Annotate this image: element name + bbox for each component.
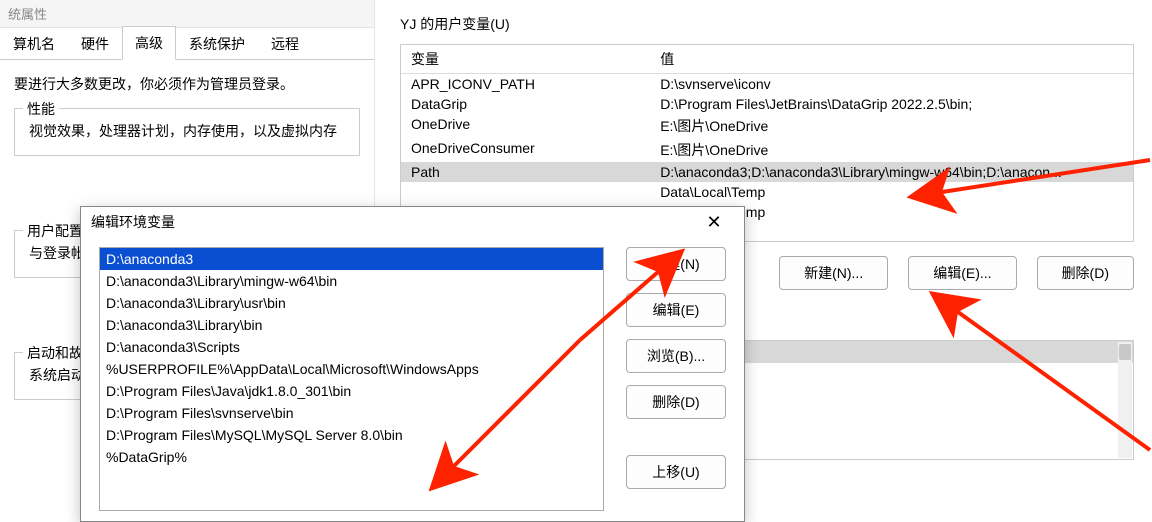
path-listbox[interactable]: D:\anaconda3D:\anaconda3\Library\mingw-w…	[99, 247, 604, 511]
admin-msg: 要进行大多数更改，你必须作为管理员登录。	[14, 74, 360, 94]
new-button[interactable]: 新建(N)...	[779, 256, 888, 290]
cell-var	[411, 184, 660, 200]
userprofile-legend: 用户配置	[23, 221, 87, 241]
table-row[interactable]: OneDriveConsumerE:\图片\OneDrive	[401, 138, 1133, 162]
list-item[interactable]: %DataGrip%	[100, 446, 603, 468]
window-title: 统属性	[0, 0, 374, 28]
startup-legend: 启动和故	[23, 343, 87, 363]
cell-val: D:\Program Files\JetBrains\DataGrip 2022…	[660, 96, 1123, 112]
tabs: 算机名 硬件 高级 系统保护 远程	[0, 28, 374, 60]
tab-computer-name[interactable]: 算机名	[0, 27, 68, 60]
tab-hardware[interactable]: 硬件	[68, 27, 122, 60]
tab-protection[interactable]: 系统保护	[176, 27, 258, 60]
cell-var: OneDrive	[411, 116, 660, 136]
col-val-head: 值	[660, 49, 1123, 69]
user-vars-title: YJ 的用户变量(U)	[400, 14, 1134, 34]
edit-env-dialog: 编辑环境变量 ✕ D:\anaconda3D:\anaconda3\Librar…	[80, 206, 745, 522]
list-item[interactable]: D:\anaconda3\Library\mingw-w64\bin	[100, 270, 603, 292]
dlg-edit-button[interactable]: 编辑(E)	[626, 293, 726, 327]
dlg-new-button[interactable]: 新建(N)	[626, 247, 726, 281]
table-row[interactable]: PathD:\anaconda3;D:\anaconda3\Library\mi…	[401, 162, 1133, 182]
cell-val: D:\svnserve\iconv	[660, 76, 1123, 92]
cell-var: DataGrip	[411, 96, 660, 112]
dialog-titlebar: 编辑环境变量 ✕	[81, 207, 744, 237]
table-row[interactable]: Data\Local\Temp	[401, 182, 1133, 202]
tab-remote[interactable]: 远程	[258, 27, 312, 60]
scrollbar-thumb[interactable]	[1119, 344, 1131, 360]
cell-var: OneDriveConsumer	[411, 140, 660, 160]
cell-val: E:\图片\OneDrive	[660, 140, 1123, 160]
scrollbar[interactable]	[1118, 342, 1132, 458]
perf-legend: 性能	[23, 99, 59, 119]
cell-var: APR_ICONV_PATH	[411, 76, 660, 92]
dialog-buttons: 新建(N) 编辑(E) 浏览(B)... 删除(D) 上移(U)	[626, 247, 726, 511]
table-row[interactable]: APR_ICONV_PATHD:\svnserve\iconv	[401, 74, 1133, 94]
table-row[interactable]: OneDriveE:\图片\OneDrive	[401, 114, 1133, 138]
perf-desc: 视觉效果，处理器计划，内存使用，以及虚拟内存	[29, 121, 345, 141]
cell-val: Data\Local\Temp	[660, 184, 1123, 200]
perf-fieldset: 性能 视觉效果，处理器计划，内存使用，以及虚拟内存	[14, 108, 360, 156]
col-var-head: 变量	[411, 49, 660, 69]
delete-button[interactable]: 删除(D)	[1037, 256, 1134, 290]
list-item[interactable]: D:\Program Files\MySQL\MySQL Server 8.0\…	[100, 424, 603, 446]
dlg-up-button[interactable]: 上移(U)	[626, 455, 726, 489]
cell-var: Path	[411, 164, 660, 180]
close-icon[interactable]: ✕	[694, 209, 734, 235]
dlg-browse-button[interactable]: 浏览(B)...	[626, 339, 726, 373]
dlg-delete-button[interactable]: 删除(D)	[626, 385, 726, 419]
dialog-title: 编辑环境变量	[91, 212, 694, 232]
tab-advanced[interactable]: 高级	[122, 26, 176, 60]
list-item[interactable]: D:\anaconda3\Library\usr\bin	[100, 292, 603, 314]
cell-val: D:\anaconda3;D:\anaconda3\Library\mingw-…	[660, 164, 1123, 180]
edit-button[interactable]: 编辑(E)...	[908, 256, 1016, 290]
list-item[interactable]: D:\anaconda3	[100, 248, 603, 270]
list-item[interactable]: D:\anaconda3\Scripts	[100, 336, 603, 358]
list-item[interactable]: D:\Program Files\svnserve\bin	[100, 402, 603, 424]
list-item[interactable]: %USERPROFILE%\AppData\Local\Microsoft\Wi…	[100, 358, 603, 380]
list-item[interactable]: D:\Program Files\Java\jdk1.8.0_301\bin	[100, 380, 603, 402]
table-head: 变量 值	[401, 45, 1133, 74]
cell-val: E:\图片\OneDrive	[660, 116, 1123, 136]
table-row[interactable]: DataGripD:\Program Files\JetBrains\DataG…	[401, 94, 1133, 114]
list-item[interactable]: D:\anaconda3\Library\bin	[100, 314, 603, 336]
